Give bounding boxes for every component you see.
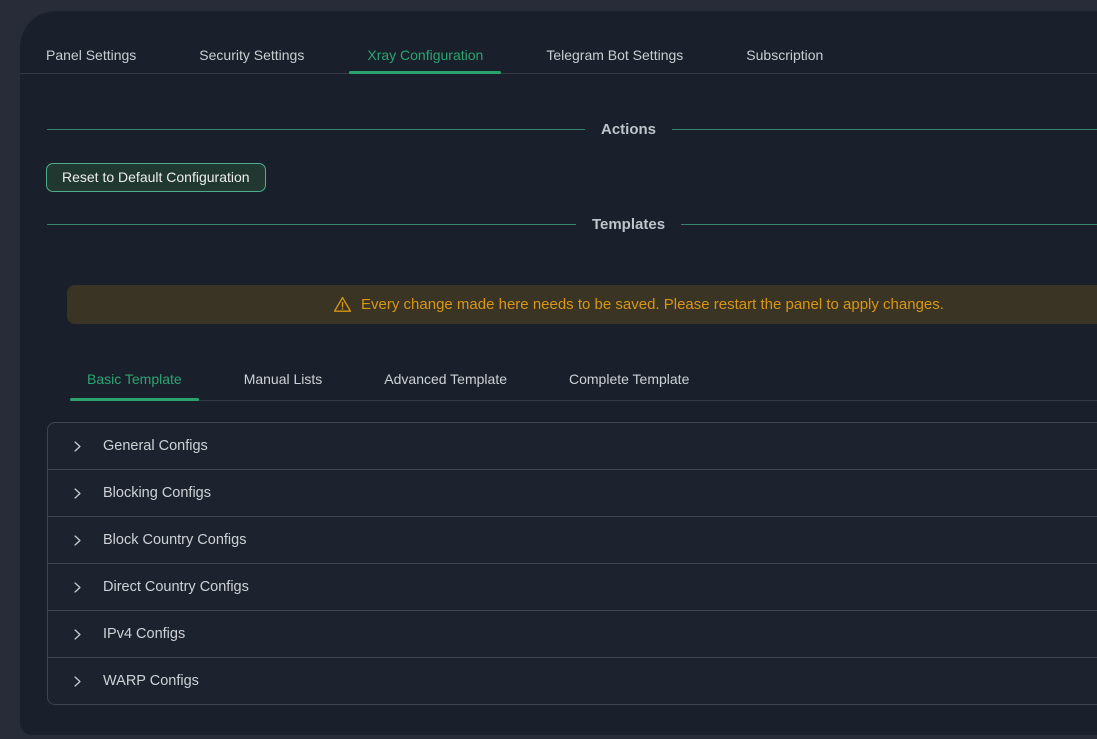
chevron-right-icon (71, 628, 84, 641)
collapse-header-blocking-configs[interactable]: Blocking Configs (48, 469, 1097, 516)
template-tabs: Basic Template Manual Lists Advanced Tem… (70, 364, 1097, 401)
chevron-right-icon (71, 534, 84, 547)
reset-to-default-button[interactable]: Reset to Default Configuration (46, 163, 266, 192)
chevron-right-icon (71, 581, 84, 594)
templates-divider: Templates (47, 214, 1097, 234)
collapse-label: General Configs (103, 438, 208, 454)
tab-advanced-template[interactable]: Advanced Template (367, 364, 524, 400)
tab-panel-settings[interactable]: Panel Settings (28, 35, 154, 73)
actions-divider-label: Actions (601, 121, 656, 138)
tab-complete-template[interactable]: Complete Template (552, 364, 706, 400)
collapse-header-direct-country-configs[interactable]: Direct Country Configs (48, 563, 1097, 610)
collapse-header-general-configs[interactable]: General Configs (48, 423, 1097, 469)
tab-manual-lists[interactable]: Manual Lists (227, 364, 340, 400)
tab-basic-template[interactable]: Basic Template (70, 364, 199, 400)
settings-card: Panel Settings Security Settings Xray Co… (20, 11, 1097, 735)
main-tabs: Panel Settings Security Settings Xray Co… (20, 35, 1097, 74)
warning-alert-text: Every change made here needs to be saved… (361, 296, 944, 313)
warning-triangle-icon (333, 295, 352, 314)
tab-telegram-bot-settings[interactable]: Telegram Bot Settings (528, 35, 701, 73)
chevron-right-icon (71, 487, 84, 500)
collapse-label: Block Country Configs (103, 532, 246, 548)
chevron-right-icon (71, 675, 84, 688)
actions-divider: Actions (47, 119, 1097, 139)
tab-security-settings[interactable]: Security Settings (181, 35, 322, 73)
collapse-label: IPv4 Configs (103, 626, 185, 642)
collapse-label: WARP Configs (103, 673, 199, 689)
tab-subscription[interactable]: Subscription (728, 35, 841, 73)
tab-xray-configuration[interactable]: Xray Configuration (349, 35, 501, 73)
templates-divider-label: Templates (592, 216, 665, 233)
collapse-header-warp-configs[interactable]: WARP Configs (48, 657, 1097, 704)
collapse-header-ipv4-configs[interactable]: IPv4 Configs (48, 610, 1097, 657)
collapse-header-block-country-configs[interactable]: Block Country Configs (48, 516, 1097, 563)
collapse-label: Direct Country Configs (103, 579, 249, 595)
collapse-label: Blocking Configs (103, 485, 211, 501)
config-collapse-list: General Configs Blocking Configs Block C… (47, 422, 1097, 705)
restart-warning-alert: Every change made here needs to be saved… (67, 285, 1097, 324)
chevron-right-icon (71, 440, 84, 453)
